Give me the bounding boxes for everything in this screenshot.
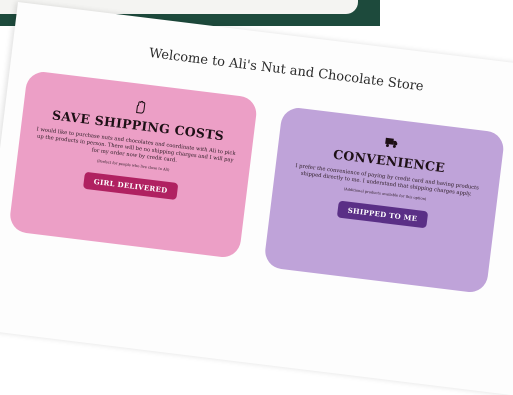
page-title: Welcome to Ali's Nut and Chocolate Store <box>148 46 425 95</box>
truck-icon <box>385 137 398 148</box>
girl-delivered-button[interactable]: GIRL DELIVERED <box>82 171 179 201</box>
shipping-option-card: CONVENIENCE I prefer the convenience of … <box>263 106 506 295</box>
stage: Welcome to Ali's Nut and Chocolate Store… <box>0 0 513 295</box>
pickup-option-card: SAVE SHIPPING COSTS I would like to purc… <box>8 70 259 260</box>
hand-icon <box>136 100 146 114</box>
shipped-to-me-button[interactable]: SHIPPED TO ME <box>336 200 429 229</box>
